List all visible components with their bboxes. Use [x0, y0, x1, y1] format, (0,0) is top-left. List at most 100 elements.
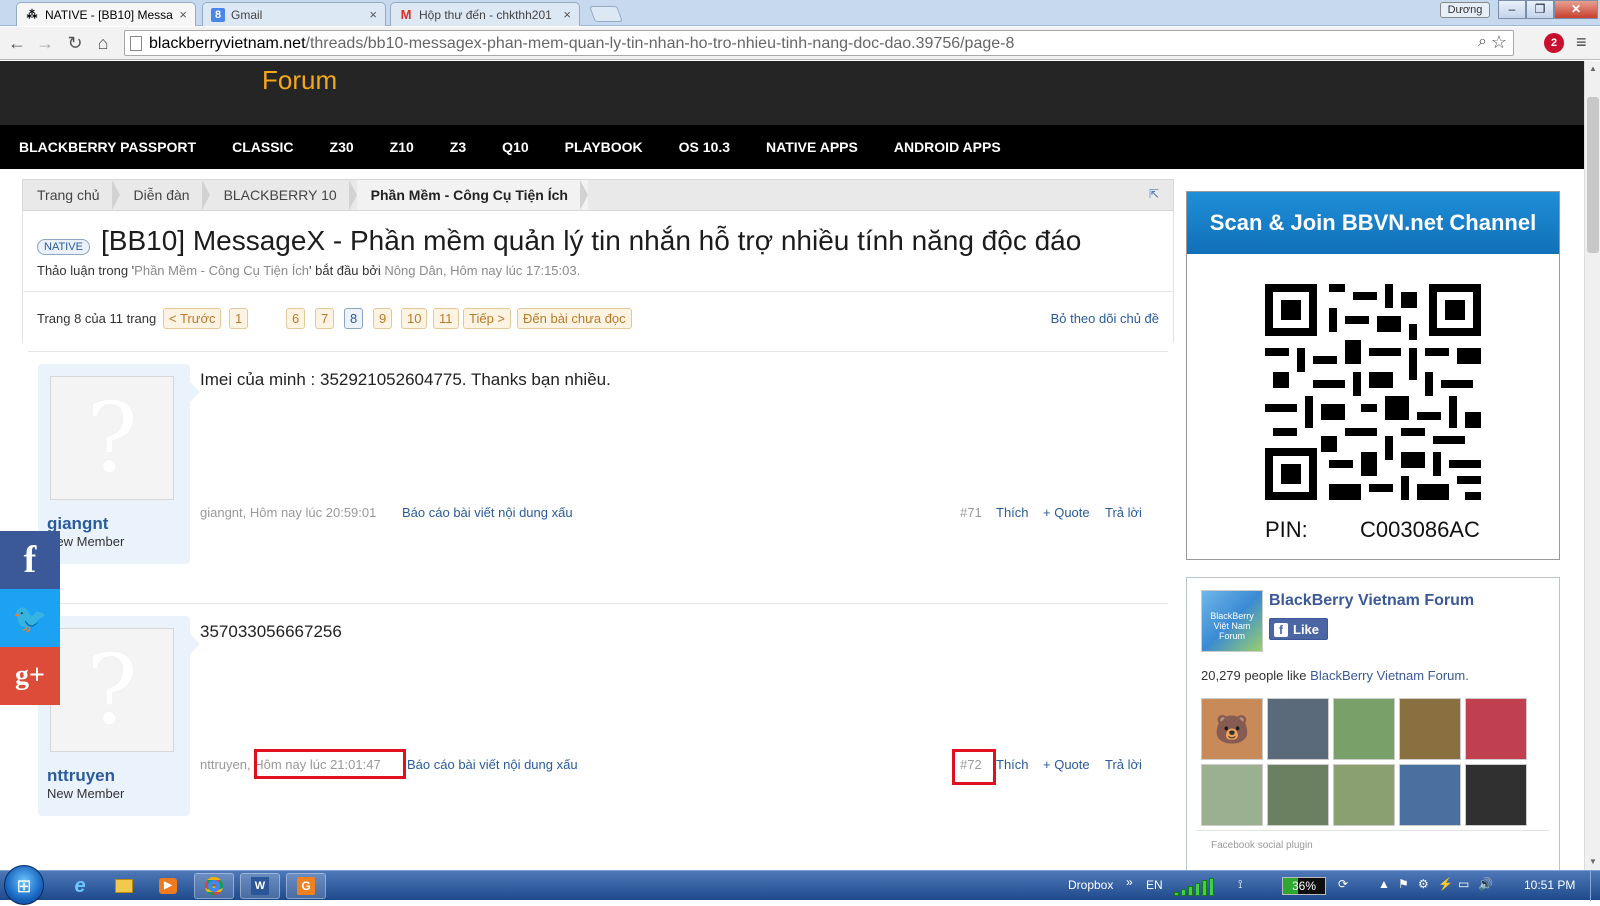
page-link-current[interactable]: 8 — [344, 308, 364, 329]
sync-icon[interactable]: ⟳ — [1338, 877, 1348, 891]
start-button[interactable]: ⊞ — [4, 865, 44, 905]
breadcrumb-current[interactable]: Phần Mềm - Công Cụ Tiện Ích — [356, 180, 589, 210]
tab-inbox[interactable]: M Hộp thư đến - chkthh201 × — [390, 2, 580, 26]
post-date[interactable]: Hôm nay lúc 20:59:01 — [250, 505, 376, 520]
report-link[interactable]: Báo cáo bài viết nội dung xấu — [402, 505, 573, 520]
quote-link[interactable]: + Quote — [1043, 757, 1090, 772]
reload-icon[interactable]: ↻ — [64, 32, 86, 54]
thread-starter-link[interactable]: Nông Dân, Hôm nay lúc 17:15:03. — [384, 263, 580, 278]
reply-link[interactable]: Trả lời — [1105, 505, 1142, 520]
scroll-up-icon[interactable]: ▲ — [1585, 61, 1600, 77]
media-player-icon[interactable]: ▶ — [148, 873, 188, 899]
like-link[interactable]: Thích — [996, 757, 1029, 772]
username[interactable]: nttruyen — [47, 766, 115, 786]
report-link[interactable]: Báo cáo bài viết nội dung xấu — [407, 757, 578, 772]
signal-strength-icon[interactable] — [1174, 876, 1224, 896]
prefix-badge[interactable]: NATIVE — [37, 239, 90, 255]
share-facebook-button[interactable]: f — [0, 531, 60, 589]
battery-indicator[interactable]: 36% — [1282, 877, 1326, 895]
power-icon[interactable]: ⚡ — [1438, 877, 1453, 891]
fan-avatar[interactable] — [1333, 698, 1395, 760]
nav-playbook[interactable]: PLAYBOOK — [565, 139, 643, 155]
back-icon[interactable]: ← — [6, 32, 28, 54]
breadcrumb-forums[interactable]: Diễn đàn — [120, 180, 210, 210]
page-link[interactable]: 10 — [401, 308, 428, 329]
window-close-button[interactable]: ✕ — [1554, 0, 1598, 19]
site-logo[interactable]: Forum — [262, 65, 337, 96]
nav-android-apps[interactable]: ANDROID APPS — [894, 139, 1001, 155]
address-bar[interactable]: blackberryvietnam.net/threads/bb10-messa… — [124, 30, 1514, 56]
fb-page-logo[interactable]: BlackBerry Việt Nam Forum — [1201, 590, 1263, 652]
close-icon[interactable]: × — [179, 7, 187, 22]
fan-avatar[interactable] — [1333, 764, 1395, 826]
new-tab-button[interactable] — [589, 6, 623, 22]
show-desktop-button[interactable] — [1590, 871, 1600, 901]
nav-z10[interactable]: Z10 — [390, 139, 414, 155]
fan-avatar[interactable] — [1399, 698, 1461, 760]
scrollbar[interactable]: ▲ ▼ — [1584, 61, 1600, 870]
volume-icon[interactable]: 🔊 — [1478, 877, 1493, 891]
nav-classic[interactable]: CLASSIC — [232, 139, 293, 155]
tab-gmail[interactable]: 8 Gmail × — [202, 2, 386, 26]
home-icon[interactable]: ⌂ — [92, 32, 114, 54]
extension-icon[interactable]: 2 — [1544, 33, 1564, 53]
menu-icon[interactable]: ≡ — [1576, 32, 1587, 53]
zoom-icon[interactable]: ⌕ — [1478, 33, 1487, 51]
network-icon[interactable]: ⚙ — [1418, 877, 1429, 891]
like-link[interactable]: Thích — [996, 505, 1029, 520]
page-link[interactable]: 9 — [373, 308, 393, 329]
display-icon[interactable]: ▭ — [1458, 877, 1469, 891]
tray-dropbox[interactable]: Dropbox — [1068, 878, 1113, 892]
breadcrumb-home[interactable]: Trang chủ — [23, 180, 120, 210]
post-number[interactable]: #71 — [960, 505, 982, 520]
unread-button[interactable]: Đến bài chưa đọc — [517, 308, 632, 329]
fan-avatar[interactable] — [1465, 698, 1527, 760]
fb-count-link[interactable]: BlackBerry Vietnam Forum. — [1310, 668, 1469, 683]
fan-avatar[interactable] — [1399, 764, 1461, 826]
next-page-button[interactable]: Tiếp > — [463, 308, 512, 329]
page-link[interactable]: 1 — [229, 308, 249, 329]
reply-link[interactable]: Trả lời — [1105, 757, 1142, 772]
share-googleplus-button[interactable]: g+ — [0, 647, 60, 705]
fb-like-button[interactable]: f Like — [1269, 618, 1329, 640]
fan-avatar[interactable] — [1465, 764, 1527, 826]
fan-avatar[interactable] — [1201, 764, 1263, 826]
tab-native-bb10[interactable]: ⁂ NATIVE - [BB10] Message × — [16, 2, 196, 26]
tray-arrow-icon[interactable]: ▲ — [1378, 877, 1390, 891]
prev-page-button[interactable]: < Trước — [163, 308, 222, 329]
thread-forum-link[interactable]: Phần Mềm - Công Cụ Tiện Ích — [134, 263, 309, 278]
tray-expand-icon[interactable]: » — [1126, 875, 1133, 889]
word-icon[interactable]: W — [240, 873, 280, 899]
page-link[interactable]: 7 — [315, 308, 335, 329]
breadcrumb-bb10[interactable]: BLACKBERRY 10 — [210, 180, 357, 210]
action-center-flag-icon[interactable]: ⚑ — [1398, 877, 1409, 891]
nav-z3[interactable]: Z3 — [450, 139, 466, 155]
fan-avatar[interactable] — [1267, 698, 1329, 760]
ie-icon[interactable]: e — [60, 873, 100, 899]
page-link[interactable]: 11 — [433, 308, 459, 329]
scroll-thumb[interactable] — [1587, 97, 1599, 253]
close-icon[interactable]: × — [369, 7, 377, 22]
avatar[interactable]: ? — [50, 376, 174, 500]
clock[interactable]: 10:51 PM — [1524, 878, 1575, 892]
url-text[interactable]: blackberryvietnam.net/threads/bb10-messa… — [149, 35, 1449, 53]
unwatch-link[interactable]: Bỏ theo dõi chủ đề — [1051, 311, 1159, 326]
avatar[interactable]: ? — [50, 628, 174, 752]
page-link[interactable]: 6 — [286, 308, 306, 329]
fan-avatar[interactable] — [1267, 764, 1329, 826]
quote-link[interactable]: + Quote — [1043, 505, 1090, 520]
nav-q10[interactable]: Q10 — [502, 139, 528, 155]
forward-icon[interactable]: → — [34, 32, 56, 54]
scroll-down-icon[interactable]: ▼ — [1585, 854, 1600, 870]
wifi-icon[interactable]: ⟟ — [1238, 877, 1242, 892]
close-icon[interactable]: × — [563, 7, 571, 22]
explorer-icon[interactable] — [104, 873, 144, 899]
maximize-button[interactable]: ❐ — [1526, 0, 1554, 19]
share-twitter-button[interactable]: 🐦 — [0, 589, 60, 647]
nav-passport[interactable]: BLACKBERRY PASSPORT — [19, 139, 196, 155]
app-g-icon[interactable]: G — [286, 873, 326, 899]
nav-os103[interactable]: OS 10.3 — [679, 139, 730, 155]
language-indicator[interactable]: EN — [1146, 878, 1163, 892]
nav-z30[interactable]: Z30 — [330, 139, 354, 155]
jump-icon[interactable]: ⇱ — [1149, 187, 1163, 201]
